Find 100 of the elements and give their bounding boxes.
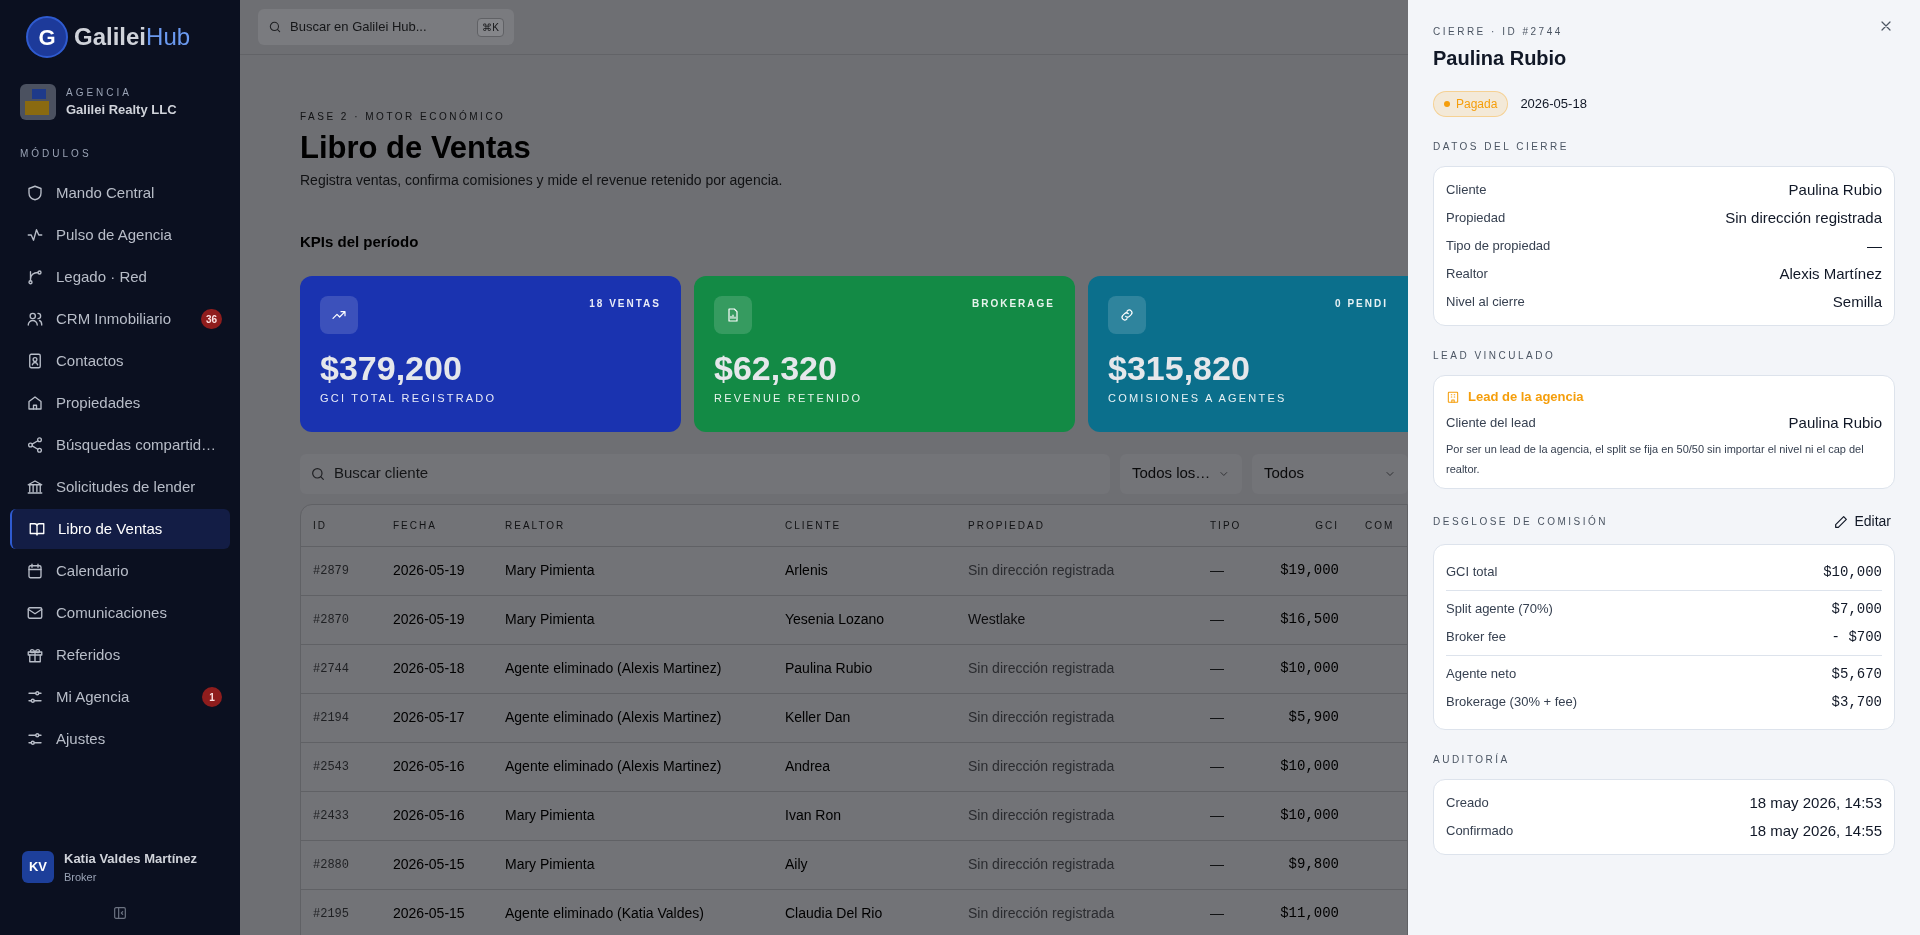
field-value: Paulina Rubio [1788, 412, 1882, 433]
sidebar-item[interactable]: Búsquedas compartid… [10, 425, 230, 465]
book-icon [28, 520, 46, 538]
column-header: TIPO [1210, 518, 1243, 533]
table-cell-text: — [1210, 659, 1224, 678]
search-input[interactable]: Buscar en Galilei Hub... [290, 17, 470, 37]
table-cell-text: Aily [785, 855, 809, 874]
column-header: REALTOR [505, 518, 567, 533]
agency-label: AGENCIA [66, 85, 133, 100]
kpi-value: $379,200 [320, 347, 463, 388]
calendar-icon [26, 562, 44, 580]
field-label: GCI total [1446, 563, 1498, 582]
field-value: Paulina Rubio [1788, 179, 1882, 200]
link-icon [1119, 306, 1135, 323]
sidebar-item[interactable]: Pulso de Agencia [10, 215, 230, 255]
kpi-tag: 0 PENDI [1335, 295, 1388, 311]
field-label: Cliente del lead [1446, 414, 1536, 433]
agency-logo [20, 84, 56, 120]
table-cell-text: $10,000 [1279, 806, 1340, 825]
table-cell-text: 2026-05-15 [393, 904, 466, 923]
section-title: AUDITORÍA [1433, 752, 1510, 767]
column-header: GCI [1314, 518, 1340, 533]
search-field[interactable]: Buscar cliente [300, 453, 1110, 494]
search-input[interactable]: Buscar cliente [334, 462, 1100, 485]
table-cell-text: Claudia Del Rio [785, 904, 884, 923]
logo-text: Galilei [74, 22, 147, 52]
sidebar-item[interactable]: Referidos [10, 635, 230, 675]
shield-icon [26, 184, 44, 202]
field-label: Confirmado [1446, 822, 1514, 841]
building-icon [1446, 390, 1460, 404]
section-title: LEAD VINCULADO [1433, 349, 1556, 363]
table-cell-text: Westlake [968, 610, 1026, 629]
table-cell-text: $9,800 [1287, 855, 1340, 874]
user-avatar: KV [22, 851, 54, 883]
count-badge: 1 [202, 687, 222, 707]
sidebar-item[interactable]: Propiedades [10, 383, 230, 423]
sidebar-item[interactable]: CRM Inmobiliario 36 [10, 299, 230, 339]
sidebar-item[interactable]: Mi Agencia 1 [10, 677, 230, 717]
field-label: Broker fee [1446, 628, 1506, 647]
field-value: 18 may 2026, 14:53 [1749, 792, 1882, 813]
column-header: ID [313, 518, 328, 533]
agency-name: Galilei Realty LLC [66, 100, 177, 119]
field-value: $3,700 [1831, 692, 1882, 712]
table-cell-text: $19,000 [1279, 561, 1340, 580]
field-label: Propiedad [1446, 209, 1506, 228]
table-cell-text: $5,900 [1287, 708, 1340, 727]
sidebar-item[interactable]: Ajustes [10, 719, 230, 759]
table-cell-text: #2870 [313, 611, 350, 629]
table-cell-text: #2879 [313, 562, 350, 580]
sidebar-item[interactable]: Calendario [10, 551, 230, 591]
sidebar-item[interactable]: Contactos [10, 341, 230, 381]
contact-card-icon [26, 352, 44, 370]
closing-date: 2026-05-18 [1520, 95, 1587, 114]
table-cell-text: Agente eliminado (Alexis Martinez) [505, 757, 723, 776]
field-value: 18 may 2026, 14:55 [1749, 820, 1882, 841]
column-header: PROPIEDAD [968, 518, 1046, 533]
pencil-icon [1833, 513, 1850, 530]
house-icon [26, 394, 44, 412]
search-field[interactable]: Buscar en Galilei Hub... ⌘K [258, 9, 514, 45]
field-value: - $700 [1831, 627, 1882, 647]
gift-icon [26, 646, 44, 664]
sidebar-item[interactable]: Mando Central [10, 173, 230, 213]
sidebar-item[interactable]: Legado · Red [10, 257, 230, 297]
count-badge: 36 [200, 309, 222, 329]
logo-accent-text: Hub [146, 22, 191, 52]
table-cell-text: Sin dirección registrada [968, 806, 1115, 825]
section-heading: KPIs del período [300, 232, 420, 252]
table-cell-text: 2026-05-16 [393, 757, 466, 776]
search-icon [310, 465, 326, 482]
document-icon [725, 306, 741, 323]
table-cell-text: Mary Pimienta [505, 855, 596, 874]
table-cell-text: Andrea [785, 757, 832, 776]
table-cell-text: 2026-05-18 [393, 659, 466, 678]
sidebar-item[interactable]: Comunicaciones [10, 593, 230, 633]
search-icon [268, 20, 282, 34]
table-cell-text: — [1210, 904, 1224, 923]
drawer-title: Paulina Rubio [1433, 46, 1568, 71]
table-cell-text: #2195 [313, 905, 350, 923]
edit-button[interactable]: Editar [1833, 511, 1891, 532]
sidebar-item[interactable]: Libro de Ventas [10, 509, 230, 549]
table-cell-text: 2026-05-19 [393, 561, 466, 580]
page-title: Libro de Ventas [300, 129, 532, 167]
table-cell-text: #2194 [313, 709, 350, 727]
sliders-icon [26, 688, 44, 706]
field-value: $10,000 [1823, 562, 1882, 582]
kpi-value: $62,320 [714, 347, 838, 388]
kpi-value: $315,820 [1108, 347, 1251, 388]
sidebar-item[interactable]: Solicitudes de lender [10, 467, 230, 507]
table-cell-text: — [1210, 806, 1224, 825]
table-cell-text: — [1210, 855, 1224, 874]
filter-dropdown[interactable]: Todos [1252, 453, 1408, 494]
filter-dropdown[interactable]: Todos los… [1120, 453, 1242, 494]
sidebar-collapse-icon[interactable] [112, 905, 128, 921]
table-cell-text: Sin dirección registrada [968, 855, 1115, 874]
table-cell-text: — [1210, 610, 1224, 629]
user-name: Katia Valdes Martínez [64, 850, 197, 868]
field-label: Realtor [1446, 265, 1488, 284]
table-cell-text: 2026-05-19 [393, 610, 466, 629]
table-cell-text: Agente eliminado (Alexis Martinez) [505, 659, 723, 678]
table-cell-text: Sin dirección registrada [968, 708, 1115, 727]
